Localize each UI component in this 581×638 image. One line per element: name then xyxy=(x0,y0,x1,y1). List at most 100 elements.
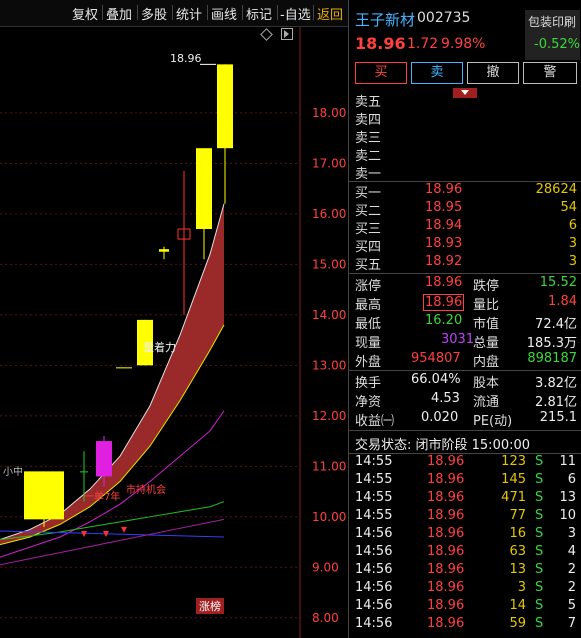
candle-body xyxy=(96,441,112,477)
tick-s: S xyxy=(535,598,544,613)
tick-p: 18.96 xyxy=(427,580,465,595)
bid-row-5[interactable]: 买五 18.92 3 xyxy=(349,254,581,273)
divider xyxy=(349,430,581,431)
chart-area[interactable]: 复权 叠加 多股 统计 画线 标记 -自选 返回 18.00 17.00 16.00… xyxy=(0,0,348,638)
stat-row-vol: 现量 3031 总量 185.3万 xyxy=(355,332,577,351)
bid-row-1[interactable]: 买一 18.96 28624 xyxy=(349,182,581,201)
alert-button[interactable]: 警 xyxy=(523,62,577,84)
price-tick-label: 10.00 xyxy=(312,510,346,524)
kline-chart[interactable]: 18.00 17.00 16.00 15.00 14.00 13.00 12.00 11.00… xyxy=(0,27,348,638)
tick-p: 18.96 xyxy=(427,544,465,559)
tick-n: 6 xyxy=(567,472,576,487)
tick-v: 59 xyxy=(509,616,526,631)
tick-row[interactable]: 14:56 18.96 14 S 5 xyxy=(349,598,581,616)
tick-t: 14:55 xyxy=(355,508,393,523)
tick-p: 18.96 xyxy=(427,616,465,631)
tick-row[interactable]: 14:56 18.96 16 S 3 xyxy=(349,526,581,544)
price-tick-label: 11.00 xyxy=(312,459,346,473)
tick-v: 16 xyxy=(509,526,526,541)
toolbar-fuquan[interactable]: 复权 xyxy=(72,4,98,23)
tick-v: 471 xyxy=(501,490,526,505)
high-price-label: 18.96 xyxy=(170,52,202,65)
tick-p: 18.96 xyxy=(427,490,465,505)
bid-row-2[interactable]: 买二 18.95 54 xyxy=(349,200,581,219)
ask-row-2[interactable]: 卖二 xyxy=(349,145,581,164)
stock-code: 002735 xyxy=(417,10,471,26)
tick-n: 11 xyxy=(559,454,576,469)
ask-row-1[interactable]: 卖一 xyxy=(349,163,581,182)
toolbar-diejia[interactable]: 叠加 xyxy=(106,4,132,23)
tick-p: 18.96 xyxy=(427,454,465,469)
tick-v: 123 xyxy=(501,454,526,469)
tick-v: 3 xyxy=(517,580,526,595)
tick-s: S xyxy=(535,562,544,577)
tick-p: 18.96 xyxy=(427,472,465,487)
tick-v: 13 xyxy=(509,562,526,577)
tick-t: 14:55 xyxy=(355,490,393,505)
tick-n: 10 xyxy=(559,508,576,523)
tick-v: 77 xyxy=(509,508,526,523)
tick-s: S xyxy=(535,454,544,469)
toolbar-zixuan[interactable]: -自选 xyxy=(280,4,311,23)
toolbar-separator xyxy=(242,5,243,20)
stat-row-low: 最低 16.20 市值 72.4亿 xyxy=(355,313,577,332)
stat-row-turnover: 换手 66.04% 股本 3.82亿 xyxy=(355,372,577,391)
bid-row-4[interactable]: 买四 18.93 3 xyxy=(349,236,581,255)
stock-name[interactable]: 王子新材 xyxy=(355,9,415,30)
tick-row[interactable]: 14:56 18.96 63 S 4 xyxy=(349,544,581,562)
sell-button[interactable]: 卖 xyxy=(411,62,463,84)
candle-body xyxy=(80,471,88,473)
price-tick-label: 17.00 xyxy=(312,156,346,170)
tick-row[interactable]: 14:55 18.96 123 S 11 xyxy=(349,454,581,472)
buy-button[interactable]: 买 xyxy=(355,62,407,84)
ma-purple xyxy=(0,518,225,566)
divider xyxy=(349,370,581,371)
divider xyxy=(349,273,581,274)
back-button[interactable]: 返回 xyxy=(317,4,343,23)
stat-row-nav: 净资 4.53 流通 2.81亿 xyxy=(355,391,577,410)
price-tick-label: 8.00 xyxy=(312,611,339,625)
ask-row-3[interactable]: 卖三 xyxy=(349,127,581,146)
tick-p: 18.96 xyxy=(427,508,465,523)
tick-s: S xyxy=(535,544,544,559)
tick-v: 63 xyxy=(509,544,526,559)
cancel-order-button[interactable]: 撤 xyxy=(467,62,519,84)
toolbar-separator xyxy=(137,5,138,20)
tick-s: S xyxy=(535,508,544,523)
toolbar-duogu[interactable]: 多股 xyxy=(141,4,167,23)
toolbar-huaxian[interactable]: 画线 xyxy=(211,4,237,23)
toolbar-tongji[interactable]: 统计 xyxy=(176,4,202,23)
tick-t: 14:56 xyxy=(355,544,393,559)
bid-row-3[interactable]: 买三 18.94 6 xyxy=(349,218,581,237)
tick-row[interactable]: 14:55 18.96 471 S 13 xyxy=(349,490,581,508)
ask-row-5[interactable]: 卖五 xyxy=(349,91,581,110)
tick-p: 18.96 xyxy=(427,598,465,613)
candle-body xyxy=(217,64,233,149)
tick-t: 14:56 xyxy=(355,580,393,595)
tick-n: 13 xyxy=(559,490,576,505)
candle-body xyxy=(196,148,212,229)
tick-row[interactable]: 14:55 18.96 145 S 6 xyxy=(349,472,581,490)
toolbar-separator xyxy=(277,5,278,20)
ask-row-4[interactable]: 卖四 xyxy=(349,109,581,128)
toolbar-separator xyxy=(313,5,314,20)
tick-row[interactable]: 14:56 18.96 3 S 2 xyxy=(349,580,581,598)
tick-n: 5 xyxy=(567,598,576,613)
tick-s: S xyxy=(535,616,544,631)
tick-s: S xyxy=(535,490,544,505)
tick-row[interactable]: 14:56 18.96 13 S 2 xyxy=(349,562,581,580)
tick-v: 145 xyxy=(501,472,526,487)
stat-row-high: 最高 18.96 量比 1.84 xyxy=(355,294,577,313)
tick-t: 14:56 xyxy=(355,562,393,577)
tick-t: 14:56 xyxy=(355,616,393,631)
tick-row[interactable]: 14:56 18.96 59 S 7 xyxy=(349,616,581,634)
toolbar-separator xyxy=(102,5,103,20)
price-tick-label: 14.00 xyxy=(312,308,346,322)
tick-row[interactable]: 14:55 18.96 77 S 10 xyxy=(349,508,581,526)
trade-status: 交易状态: 闭市阶段 15:00:00 xyxy=(355,438,531,453)
price-tick-label: 18.00 xyxy=(312,106,346,120)
mid-annotation-1: 一单7年 xyxy=(84,492,121,503)
tick-t: 14:55 xyxy=(355,472,393,487)
sector-box[interactable]: 包装印刷 -0.52% xyxy=(525,10,580,60)
toolbar-biaoji[interactable]: 标记 xyxy=(246,4,272,23)
